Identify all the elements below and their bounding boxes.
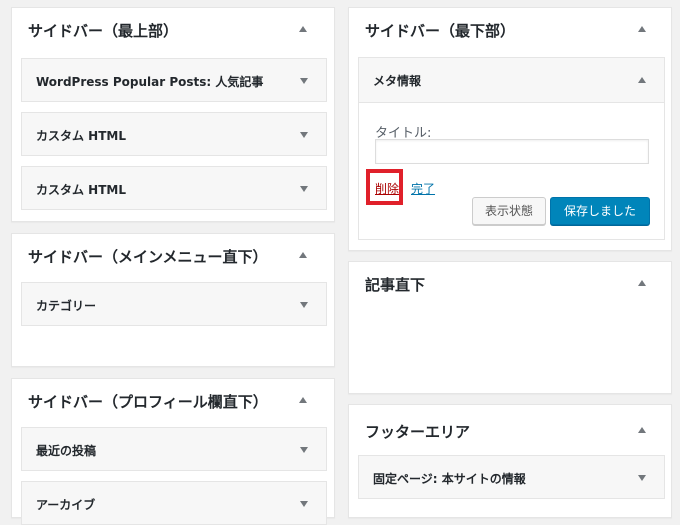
title-input[interactable]	[375, 139, 649, 164]
widget-area-title[interactable]: サイドバー（プロフィール欄直下）	[28, 391, 268, 412]
collapse-arrow-icon[interactable]	[638, 427, 646, 433]
widget-area-title[interactable]: フッターエリア	[365, 421, 470, 442]
expand-arrow-icon[interactable]	[300, 186, 308, 192]
collapse-arrow-icon[interactable]	[299, 397, 307, 403]
expand-arrow-icon[interactable]	[300, 501, 308, 507]
collapse-arrow-icon[interactable]	[638, 26, 646, 32]
widget-area-below-post: 記事直下	[348, 261, 672, 394]
widget-title: WordPress Popular Posts: 人気記事	[36, 75, 264, 89]
collapse-arrow-icon[interactable]	[299, 252, 307, 258]
widget-title: カテゴリー	[36, 299, 97, 313]
save-button[interactable]: 保存しました	[550, 197, 650, 225]
widget-categories[interactable]: カテゴリー	[21, 282, 327, 326]
widget-area-bottom: サイドバー（最下部） メタ情報 タイトル: 削除 完了 表示状態 保存しました	[348, 7, 672, 251]
visibility-button[interactable]: 表示状態	[472, 197, 546, 225]
widget-area-title[interactable]: 記事直下	[365, 274, 425, 295]
widget-area-footer: フッターエリア 固定ページ: 本サイトの情報	[348, 404, 672, 518]
delete-link[interactable]: 削除	[375, 180, 399, 197]
widget-recent-posts[interactable]: 最近の投稿	[21, 427, 327, 471]
expand-arrow-icon[interactable]	[638, 475, 646, 481]
expand-arrow-icon[interactable]	[300, 302, 308, 308]
widget-popular-posts[interactable]: WordPress Popular Posts: 人気記事	[21, 58, 327, 102]
expand-arrow-icon[interactable]	[300, 78, 308, 84]
widget-archives[interactable]: アーカイブ	[21, 481, 327, 525]
widget-header[interactable]: メタ情報	[359, 58, 664, 103]
widget-title: 最近の投稿	[36, 444, 97, 458]
widget-pages[interactable]: 固定ページ: 本サイトの情報	[358, 455, 665, 499]
expand-arrow-icon[interactable]	[300, 447, 308, 453]
widget-title: アーカイブ	[36, 498, 96, 512]
widget-title: メタ情報	[373, 74, 422, 88]
widget-custom-html[interactable]: カスタム HTML	[21, 166, 327, 210]
widget-title: カスタム HTML	[36, 183, 126, 197]
collapse-arrow-icon[interactable]	[299, 26, 307, 32]
widget-area-title[interactable]: サイドバー（メインメニュー直下）	[28, 246, 268, 267]
expand-arrow-icon[interactable]	[300, 132, 308, 138]
widget-area-profile: サイドバー（プロフィール欄直下） 最近の投稿 アーカイブ	[11, 378, 335, 525]
widget-area-title[interactable]: サイドバー（最上部）	[28, 20, 178, 41]
widget-meta-open: メタ情報 タイトル: 削除 完了 表示状態 保存しました	[358, 57, 665, 240]
done-link[interactable]: 完了	[411, 180, 435, 197]
widget-area-top: サイドバー（最上部） WordPress Popular Posts: 人気記事…	[11, 7, 335, 222]
widget-title: カスタム HTML	[36, 129, 126, 143]
widget-custom-html[interactable]: カスタム HTML	[21, 112, 327, 156]
widget-title: 固定ページ: 本サイトの情報	[373, 472, 526, 486]
collapse-arrow-icon[interactable]	[638, 77, 646, 83]
widget-area-title[interactable]: サイドバー（最下部）	[365, 20, 515, 41]
collapse-arrow-icon[interactable]	[638, 280, 646, 286]
widget-area-main-menu: サイドバー（メインメニュー直下） カテゴリー	[11, 233, 335, 367]
